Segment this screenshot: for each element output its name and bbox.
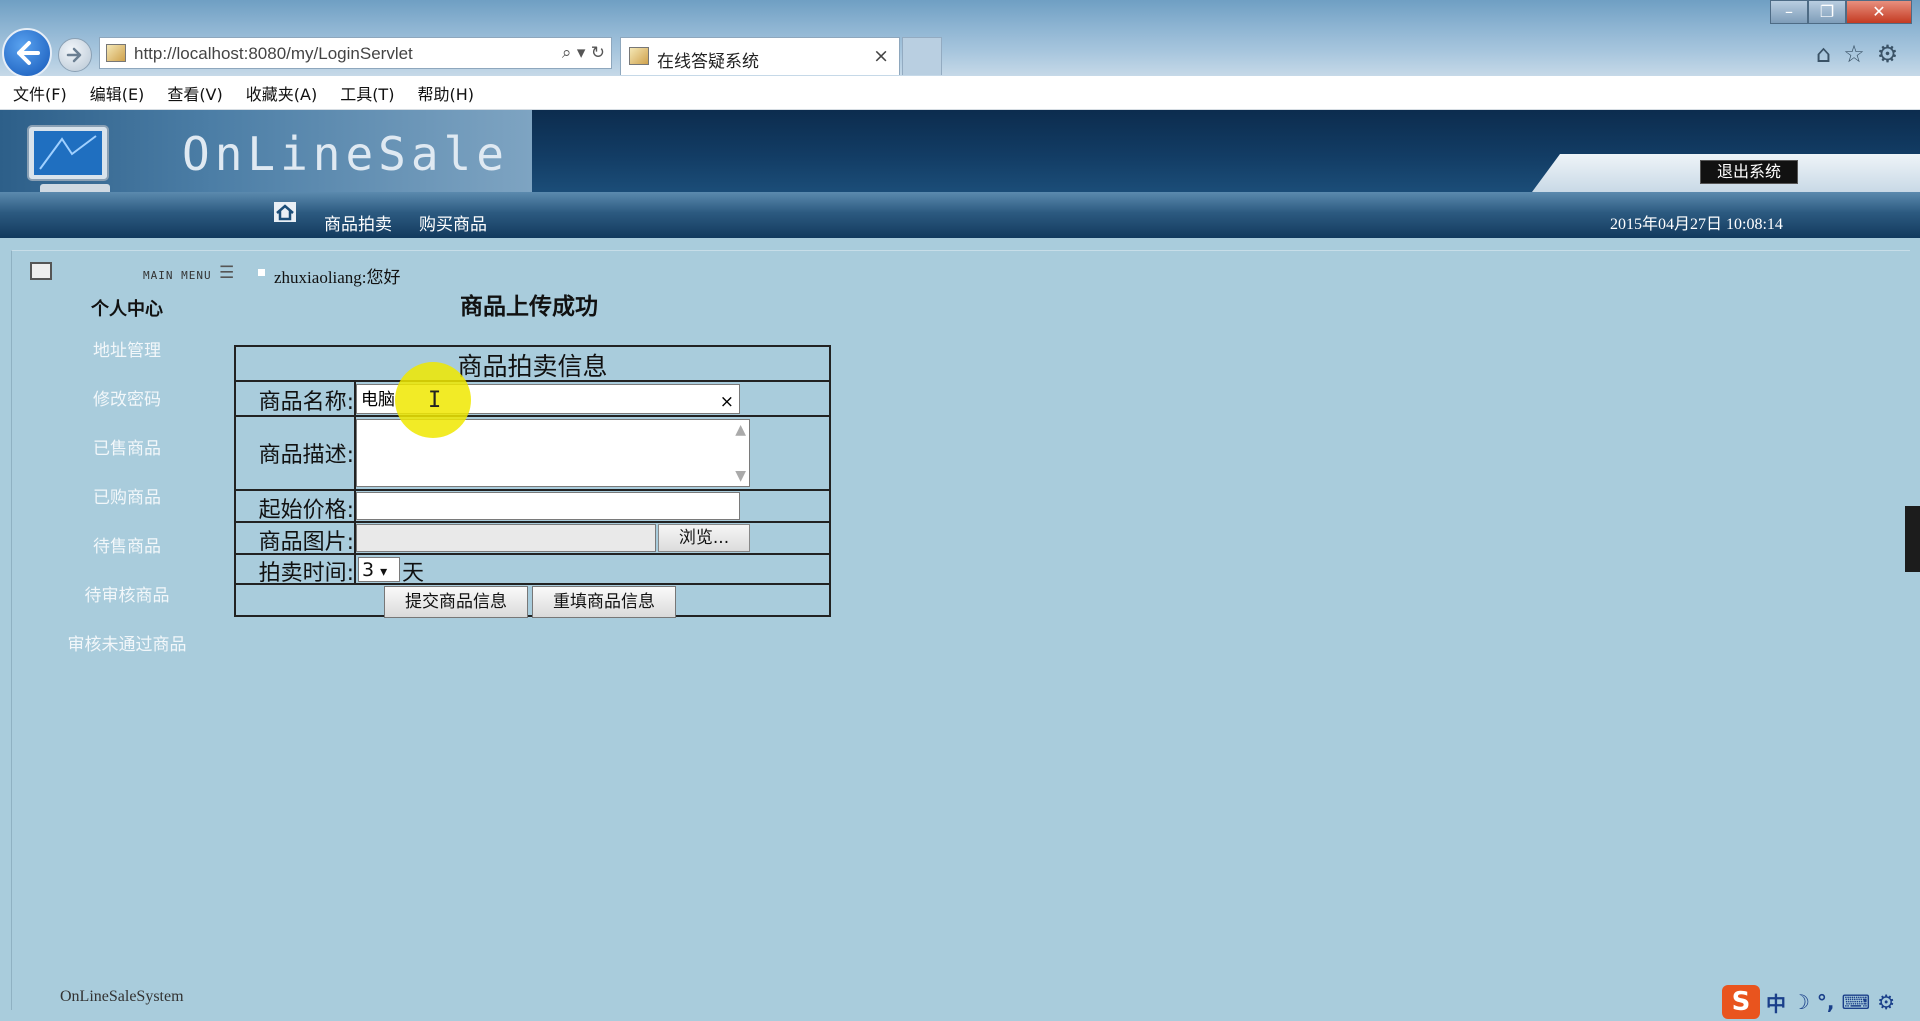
sidebar-item-rejected[interactable]: 审核未通过商品 xyxy=(12,630,242,655)
reset-button[interactable]: 重填商品信息 xyxy=(532,586,676,618)
menu-tools[interactable]: 工具(T) xyxy=(340,81,394,105)
forward-arrow-icon xyxy=(66,47,82,63)
home-icon[interactable] xyxy=(274,202,296,222)
duration-label: 拍卖时间: xyxy=(258,561,354,586)
page-icon xyxy=(106,44,126,62)
ime-mode[interactable]: 中 xyxy=(1766,988,1786,1017)
menu-file[interactable]: 文件(F) xyxy=(13,81,67,105)
auction-form: 商品拍卖信息 商品名称: 电脑 × 商品描述: ▲ ▼ 起始价格: 商品图片: … xyxy=(234,345,831,618)
sidebar-item-for-sale[interactable]: 待售商品 xyxy=(12,532,242,557)
duration-value: 3 xyxy=(362,559,375,581)
menu-help[interactable]: 帮助(H) xyxy=(417,81,474,105)
tab-title: 在线答疑系统 xyxy=(657,52,759,72)
description-label: 商品描述: xyxy=(258,443,354,468)
logout-button[interactable]: 退出系统 xyxy=(1700,160,1798,184)
ime-toolbar: S 中 ☽ °, ⌨ ⚙ xyxy=(1722,985,1895,1019)
ime-tool-icons[interactable]: ☽ °, ⌨ ⚙ xyxy=(1792,990,1895,1014)
scroll-up-icon[interactable]: ▲ xyxy=(735,422,746,438)
image-label: 商品图片: xyxy=(258,530,354,555)
form-row-name: 商品名称: 电脑 × xyxy=(236,382,829,417)
browser-right-icons: ⌂ ☆ ⚙ xyxy=(1816,40,1898,68)
search-refresh-icons[interactable]: ⌕ ▾ ↻ xyxy=(562,43,605,63)
form-row-price: 起始价格: xyxy=(236,491,829,523)
menu-view[interactable]: 查看(V) xyxy=(167,81,222,105)
start-price-input[interactable] xyxy=(356,492,740,520)
back-button[interactable] xyxy=(2,28,52,78)
user-greeting: zhuxiaoliang:您好 xyxy=(274,268,401,287)
site-logo: OnLineSale xyxy=(182,127,509,181)
form-title: 商品拍卖信息 xyxy=(457,352,608,381)
maximize-button[interactable]: ❐ xyxy=(1808,0,1846,24)
browser-toolbar: http://localhost:8080/my/LoginServlet ⌕ … xyxy=(0,0,1920,78)
sidebar-item-pending-review[interactable]: 待审核商品 xyxy=(12,581,242,606)
side-handle[interactable] xyxy=(1905,506,1920,572)
logo-panel: OnLineSale xyxy=(0,110,532,196)
nav-buy-link[interactable]: 购买商品 xyxy=(419,210,487,235)
chevron-down-icon: ▾ xyxy=(380,564,388,580)
settings-gear-icon[interactable]: ⚙ xyxy=(1877,40,1899,68)
browser-tab[interactable]: 在线答疑系统 × xyxy=(620,37,900,75)
form-title-row: 商品拍卖信息 xyxy=(236,347,829,382)
browse-button[interactable]: 浏览... xyxy=(658,524,750,552)
sidebar-item-password[interactable]: 修改密码 xyxy=(12,385,242,410)
product-name-value: 电脑 xyxy=(361,390,395,410)
sidebar-title: 个人中心 xyxy=(91,299,163,320)
site-banner: OnLineSale xyxy=(0,110,1920,196)
current-datetime: 2015年04月27日 10:08:14 xyxy=(1610,216,1783,233)
nav-auction-link[interactable]: 商品拍卖 xyxy=(324,210,392,235)
name-label: 商品名称: xyxy=(258,390,354,415)
ime-logo-icon[interactable]: S xyxy=(1722,985,1760,1019)
menu-toggle-icon[interactable] xyxy=(30,262,52,280)
address-bar[interactable]: http://localhost:8080/my/LoginServlet ⌕ … xyxy=(99,37,612,69)
submit-button[interactable]: 提交商品信息 xyxy=(384,586,528,618)
main-content: MAIN MENU ☰ zhuxiaoliang:您好 个人中心 地址管理 修改… xyxy=(11,250,1910,1010)
form-buttons-row: 提交商品信息 重填商品信息 xyxy=(236,585,829,618)
start-price-label: 起始价格: xyxy=(258,498,354,523)
main-menu-label: MAIN MENU xyxy=(143,269,212,282)
bullet-icon xyxy=(258,269,265,276)
favorites-star-icon[interactable]: ☆ xyxy=(1843,40,1865,68)
back-arrow-icon xyxy=(17,41,40,65)
menu-edit[interactable]: 编辑(E) xyxy=(90,81,145,105)
tab-favicon-icon xyxy=(629,47,649,65)
form-row-description: 商品描述: ▲ ▼ xyxy=(236,417,829,491)
sidebar-item-bought[interactable]: 已购商品 xyxy=(12,483,242,508)
new-tab-button[interactable] xyxy=(902,37,942,75)
duration-unit: 天 xyxy=(402,561,425,586)
form-row-image: 商品图片: 浏览... xyxy=(236,523,829,555)
page-title: 商品上传成功 xyxy=(460,294,598,320)
form-row-duration: 拍卖时间: 3 ▾ 天 xyxy=(236,555,829,586)
tab-close-icon[interactable]: × xyxy=(873,45,889,67)
list-icon: ☰ xyxy=(219,263,235,283)
text-cursor-icon: I xyxy=(428,388,442,413)
menu-bar: 文件(F) 编辑(E) 查看(V) 收藏夹(A) 工具(T) 帮助(H) xyxy=(0,76,1920,110)
monitor-icon xyxy=(27,125,110,196)
minimize-button[interactable]: – xyxy=(1770,0,1808,24)
sidebar-item-address[interactable]: 地址管理 xyxy=(12,336,242,361)
footer-text: OnLineSaleSystem xyxy=(60,988,184,1005)
product-image-input[interactable] xyxy=(356,524,656,552)
sidebar-item-sold[interactable]: 已售商品 xyxy=(12,434,242,459)
nav-bar: 商品拍卖 购买商品 2015年04月27日 10:08:14 xyxy=(0,192,1920,238)
window-controls: – ❐ ✕ xyxy=(1770,0,1912,26)
menu-favorites[interactable]: 收藏夹(A) xyxy=(246,81,317,105)
url-text[interactable]: http://localhost:8080/my/LoginServlet xyxy=(134,44,413,64)
close-window-button[interactable]: ✕ xyxy=(1846,0,1912,24)
clear-icon[interactable]: × xyxy=(720,387,734,417)
scroll-down-icon[interactable]: ▼ xyxy=(735,468,746,484)
home-icon[interactable]: ⌂ xyxy=(1816,40,1831,68)
forward-button[interactable] xyxy=(58,38,92,72)
duration-select[interactable]: 3 ▾ xyxy=(358,557,400,582)
